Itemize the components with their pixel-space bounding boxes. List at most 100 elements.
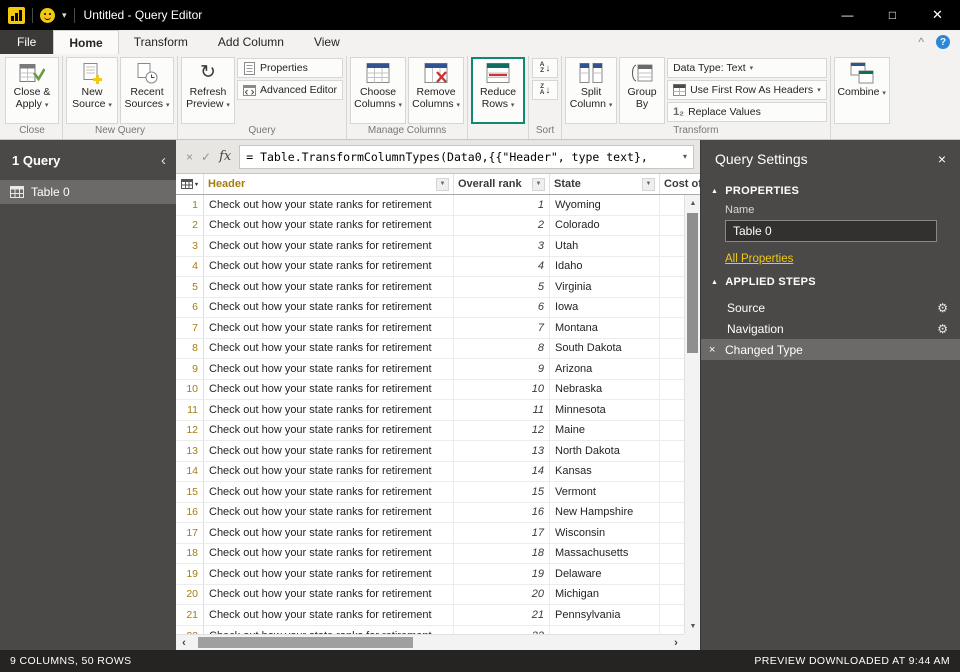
row-number[interactable]: 3 (176, 236, 204, 256)
row-number[interactable]: 11 (176, 400, 204, 420)
cell-rank[interactable]: 10 (454, 380, 550, 400)
cell-cost[interactable] (660, 523, 684, 543)
cell-rank[interactable]: 9 (454, 359, 550, 379)
cell-cost[interactable] (660, 421, 684, 441)
cancel-formula-icon[interactable]: × (186, 150, 193, 164)
use-first-row-as-headers-button[interactable]: Use First Row As Headers ▾ (667, 80, 827, 100)
cell-header[interactable]: Check out how your state ranks for retir… (204, 482, 454, 502)
split-column-button[interactable]: Split Column ▾ (565, 57, 617, 124)
column-header-header[interactable]: Header ▼ (204, 174, 454, 194)
group-by-button[interactable]: Group By (619, 57, 665, 124)
cell-header[interactable]: Check out how your state ranks for retir… (204, 216, 454, 236)
column-header-overall-rank[interactable]: Overall rank ▼ (454, 174, 550, 194)
cell-cost[interactable] (660, 359, 684, 379)
replace-values-button[interactable]: 1₂ Replace Values (667, 102, 827, 122)
sidebar-item-table0[interactable]: Table 0 (0, 180, 176, 204)
horizontal-scrollbar[interactable]: ‹ › (176, 634, 684, 650)
cell-cost[interactable] (660, 380, 684, 400)
combine-button[interactable]: Combine ▾ (834, 57, 890, 124)
close-pane-icon[interactable]: × (938, 151, 946, 167)
cell-state[interactable]: Iowa (550, 298, 660, 318)
row-number[interactable]: 14 (176, 462, 204, 482)
cell-header[interactable]: Check out how your state ranks for retir… (204, 523, 454, 543)
cell-state[interactable]: Pennsylvania (550, 605, 660, 625)
cell-header[interactable]: Check out how your state ranks for retir… (204, 236, 454, 256)
cell-header[interactable]: Check out how your state ranks for retir… (204, 277, 454, 297)
cell-state[interactable]: Nebraska (550, 380, 660, 400)
row-number[interactable]: 1 (176, 195, 204, 215)
advanced-editor-button[interactable]: Advanced Editor (237, 80, 343, 100)
remove-step-icon[interactable]: × (709, 344, 725, 356)
cell-rank[interactable]: 20 (454, 585, 550, 605)
cell-state[interactable]: Delaware (550, 564, 660, 584)
query-name-input[interactable] (725, 220, 937, 242)
cell-header[interactable]: Check out how your state ranks for retir… (204, 339, 454, 359)
cell-header[interactable]: Check out how your state ranks for retir… (204, 380, 454, 400)
cell-state[interactable]: Minnesota (550, 400, 660, 420)
cell-cost[interactable] (660, 564, 684, 584)
cell-header[interactable]: Check out how your state ranks for retir… (204, 257, 454, 277)
cell-rank[interactable]: 19 (454, 564, 550, 584)
applied-steps-section-header[interactable]: ▲ APPLIED STEPS (701, 267, 960, 292)
cell-state[interactable]: Michigan (550, 585, 660, 605)
cell-cost[interactable] (660, 277, 684, 297)
cell-rank[interactable]: 16 (454, 503, 550, 523)
refresh-preview-button[interactable]: ↻ Refresh Preview ▾ (181, 57, 235, 124)
cell-state[interactable]: Virginia (550, 277, 660, 297)
filter-dropdown-icon[interactable]: ▼ (436, 178, 449, 191)
remove-columns-button[interactable]: Remove Columns ▾ (408, 57, 464, 124)
cell-rank[interactable]: 4 (454, 257, 550, 277)
properties-button[interactable]: Properties (237, 58, 343, 78)
choose-columns-button[interactable]: Choose Columns ▾ (350, 57, 406, 124)
vertical-scrollbar[interactable]: ▲ ▼ (684, 195, 700, 634)
vertical-scrollbar-thumb[interactable] (687, 213, 698, 353)
row-number[interactable]: 13 (176, 441, 204, 461)
cell-cost[interactable] (660, 626, 684, 634)
row-number[interactable]: 9 (176, 359, 204, 379)
data-type-button[interactable]: Data Type: Text ▾ (667, 58, 827, 78)
cell-rank[interactable]: 12 (454, 421, 550, 441)
commit-formula-icon[interactable]: ✓ (201, 150, 211, 164)
row-number[interactable]: 10 (176, 380, 204, 400)
tab-transform[interactable]: Transform (119, 30, 203, 54)
cell-cost[interactable] (660, 257, 684, 277)
cell-state[interactable]: Montana (550, 318, 660, 338)
cell-header[interactable]: Check out how your state ranks for retir… (204, 564, 454, 584)
cell-cost[interactable] (660, 441, 684, 461)
row-number[interactable]: 17 (176, 523, 204, 543)
cell-rank[interactable]: 11 (454, 400, 550, 420)
feedback-smiley-icon[interactable] (40, 8, 55, 23)
cell-cost[interactable] (660, 339, 684, 359)
cell-cost[interactable] (660, 605, 684, 625)
column-header-cost-of[interactable]: Cost of (660, 174, 700, 194)
sort-ascending-button[interactable]: AZ ↓ (532, 58, 558, 78)
cell-rank[interactable]: 2 (454, 216, 550, 236)
cell-cost[interactable] (660, 298, 684, 318)
tab-add-column[interactable]: Add Column (203, 30, 299, 54)
cell-rank[interactable]: 17 (454, 523, 550, 543)
maximize-button[interactable]: □ (870, 0, 915, 30)
fx-add-step-icon[interactable]: fx (219, 149, 231, 164)
cell-state[interactable]: Massachusetts (550, 544, 660, 564)
close-apply-button[interactable]: Close & Apply ▾ (5, 57, 59, 124)
row-number[interactable]: 19 (176, 564, 204, 584)
cell-rank[interactable]: 7 (454, 318, 550, 338)
cell-state[interactable]: Maine (550, 421, 660, 441)
row-number[interactable]: 15 (176, 482, 204, 502)
minimize-button[interactable]: — (825, 0, 870, 30)
scroll-down-icon[interactable]: ▼ (685, 618, 700, 634)
row-number[interactable]: 5 (176, 277, 204, 297)
cell-header[interactable]: Check out how your state ranks for retir… (204, 359, 454, 379)
collapse-pane-icon[interactable]: ‹ (161, 152, 166, 169)
cell-header[interactable]: Check out how your state ranks for retir… (204, 462, 454, 482)
cell-header[interactable]: Check out how your state ranks for retir… (204, 298, 454, 318)
cell-state[interactable]: Vermont (550, 482, 660, 502)
cell-rank[interactable]: 5 (454, 277, 550, 297)
cell-state[interactable]: Wyoming (550, 195, 660, 215)
tab-view[interactable]: View (299, 30, 355, 54)
cell-rank[interactable]: 3 (454, 236, 550, 256)
collapse-ribbon-icon[interactable]: ^ (918, 37, 924, 47)
cell-header[interactable]: Check out how your state ranks for retir… (204, 441, 454, 461)
row-number[interactable]: 7 (176, 318, 204, 338)
cell-cost[interactable] (660, 544, 684, 564)
